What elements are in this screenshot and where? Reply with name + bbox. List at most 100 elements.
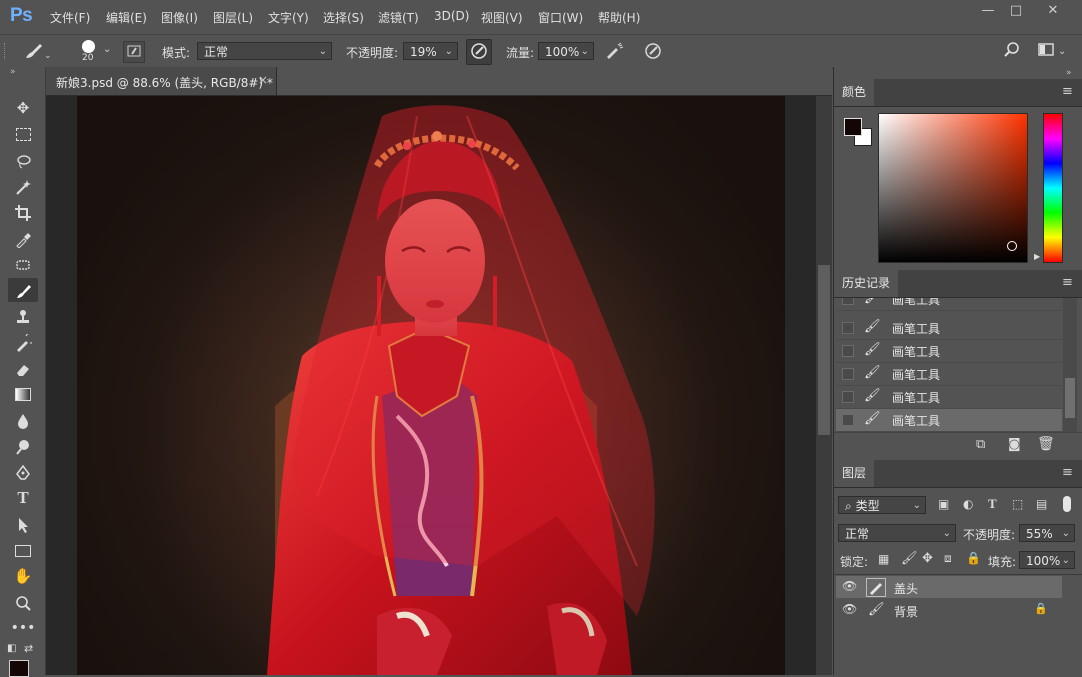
filter-type-icon[interactable]: T xyxy=(988,496,997,512)
layer-opacity-input[interactable]: 55% ⌄ xyxy=(1019,524,1075,542)
menu-3d[interactable]: 3D(D) xyxy=(434,9,469,23)
lock-artboard-icon[interactable]: ⧈ xyxy=(944,551,952,566)
foreground-color-swatch[interactable] xyxy=(9,660,29,677)
healing-brush-tool[interactable] xyxy=(8,252,38,276)
gradient-tool[interactable] xyxy=(8,382,38,406)
minimize-button[interactable]: — xyxy=(975,2,1001,20)
visibility-eye-icon[interactable]: 👁 xyxy=(842,602,857,616)
edit-toolbar-button[interactable]: ••• xyxy=(8,616,38,640)
filter-shape-icon[interactable]: ⬚ xyxy=(1012,497,1023,511)
trash-icon[interactable]: 🗑 xyxy=(1037,436,1055,452)
clone-stamp-tool[interactable] xyxy=(8,304,38,328)
mode-select[interactable]: 正常 ⌄ xyxy=(197,42,332,60)
list-item[interactable]: 🖌 画笔工具 xyxy=(836,386,1062,409)
lasso-tool[interactable] xyxy=(8,148,38,172)
collapse-panel-icon[interactable]: » xyxy=(10,67,16,77)
list-item[interactable]: 🖌 画笔工具 xyxy=(836,340,1062,363)
lock-image-brush-icon[interactable]: 🖌 xyxy=(901,551,918,566)
panel-menu-icon[interactable]: ≡ xyxy=(1062,465,1073,480)
swap-colors-icon[interactable]: ⇄ xyxy=(24,642,33,655)
lock-transparent-icon[interactable]: ▦ xyxy=(878,552,889,566)
lock-position-icon[interactable]: ✥ xyxy=(922,551,933,566)
visibility-eye-icon[interactable]: 👁 xyxy=(842,579,857,593)
grip-handle[interactable] xyxy=(4,43,9,59)
history-snapshot-checkbox[interactable] xyxy=(842,345,854,357)
menu-edit[interactable]: 编辑(E) xyxy=(106,9,147,26)
canvas-scrollbar-thumb[interactable] xyxy=(818,265,830,435)
document-canvas[interactable] xyxy=(77,96,785,675)
rectangle-tool[interactable] xyxy=(8,538,38,562)
menu-type[interactable]: 文字(Y) xyxy=(268,9,309,26)
collapse-dock-icon[interactable]: » xyxy=(1066,68,1072,78)
default-colors-icon[interactable]: ◧ xyxy=(7,643,16,654)
pressure-opacity-button[interactable] xyxy=(466,39,492,65)
eraser-tool[interactable] xyxy=(8,356,38,380)
marquee-tool[interactable] xyxy=(8,122,38,146)
workspace-switcher[interactable]: ⌄ xyxy=(1036,40,1070,60)
hue-slider[interactable] xyxy=(1043,113,1063,263)
menu-select[interactable]: 选择(S) xyxy=(323,9,364,26)
filter-adjustment-icon[interactable]: ◐ xyxy=(963,497,973,511)
menu-view[interactable]: 视图(V) xyxy=(481,9,523,26)
history-snapshot-checkbox[interactable] xyxy=(842,414,854,426)
blur-tool[interactable] xyxy=(8,408,38,432)
menu-layer[interactable]: 图层(L) xyxy=(213,9,253,26)
menu-window[interactable]: 窗口(W) xyxy=(538,9,583,26)
history-snapshot-checkbox[interactable] xyxy=(842,298,854,305)
camera-icon[interactable]: ◙ xyxy=(1008,437,1021,452)
panel-menu-icon[interactable]: ≡ xyxy=(1062,275,1073,290)
hand-tool[interactable]: ✋ xyxy=(8,564,38,588)
tab-history[interactable]: 历史记录 xyxy=(834,270,899,297)
document-tab[interactable]: 新娘3.psd @ 88.6% (盖头, RGB/8#) * × xyxy=(46,67,277,95)
brush-preset-picker[interactable]: 20 ⌄ xyxy=(78,38,114,66)
maximize-button[interactable]: □ xyxy=(1003,2,1029,20)
layer-filter-select[interactable]: ⌕ 类型 ⌄ xyxy=(838,496,926,514)
close-window-button[interactable]: ✕ xyxy=(1040,2,1066,20)
tool-preset-picker[interactable]: ⌄ xyxy=(20,39,52,63)
foreground-color-swatch[interactable] xyxy=(844,118,862,136)
panel-menu-icon[interactable]: ≡ xyxy=(1062,84,1073,99)
menu-filter[interactable]: 滤镜(T) xyxy=(378,9,419,26)
tab-layers[interactable]: 图层 xyxy=(834,460,875,487)
list-item[interactable]: 🖌 画笔工具 xyxy=(836,363,1062,386)
brush-panel-toggle[interactable] xyxy=(123,41,145,63)
dodge-tool[interactable] xyxy=(8,434,38,458)
layer-row-veil[interactable]: 👁 盖头 xyxy=(836,576,1062,598)
eyedropper-tool[interactable] xyxy=(8,226,38,250)
zoom-tool[interactable] xyxy=(8,590,38,614)
list-item[interactable]: 🖌 画笔工具 xyxy=(836,317,1062,340)
new-document-from-state-icon[interactable]: ⧉ xyxy=(976,437,985,452)
filter-toggle-switch[interactable] xyxy=(1063,496,1071,512)
opacity-input[interactable]: 19% ⌄ xyxy=(403,42,458,60)
history-snapshot-checkbox[interactable] xyxy=(842,322,854,334)
fill-input[interactable]: 100% ⌄ xyxy=(1019,551,1075,569)
filter-smart-object-icon[interactable]: ▤ xyxy=(1036,497,1047,511)
list-item[interactable]: 🖌 画笔工具 xyxy=(836,409,1062,432)
history-scrollbar-thumb[interactable] xyxy=(1065,378,1075,418)
tab-color[interactable]: 颜色 xyxy=(834,79,875,106)
brush-tool[interactable] xyxy=(8,278,38,302)
color-picker-field[interactable] xyxy=(878,113,1028,263)
crop-tool[interactable] xyxy=(8,200,38,224)
search-button[interactable] xyxy=(1002,40,1022,60)
menu-help[interactable]: 帮助(H) xyxy=(598,9,640,26)
lock-all-icon[interactable]: 🔒 xyxy=(966,551,981,565)
filter-pixel-icon[interactable]: ▣ xyxy=(938,497,949,511)
pen-tool[interactable] xyxy=(8,460,38,484)
hue-slider-handle[interactable]: ▶ xyxy=(1034,252,1040,261)
pressure-size-button[interactable] xyxy=(642,40,664,62)
menu-image[interactable]: 图像(I) xyxy=(161,9,198,26)
magic-wand-tool[interactable] xyxy=(8,174,38,198)
airbrush-button[interactable] xyxy=(603,40,625,62)
layer-row-background[interactable]: 👁 🖌 背景 🔒 xyxy=(836,599,1062,621)
history-brush-tool[interactable] xyxy=(8,330,38,354)
color-picker-cursor[interactable] xyxy=(1007,241,1017,251)
move-tool[interactable]: ✥ xyxy=(8,96,38,120)
history-snapshot-checkbox[interactable] xyxy=(842,368,854,380)
menu-file[interactable]: 文件(F) xyxy=(50,9,90,26)
blend-mode-select[interactable]: 正常 ⌄ xyxy=(838,524,956,542)
flow-input[interactable]: 100% ⌄ xyxy=(538,42,594,60)
path-selection-tool[interactable] xyxy=(8,512,38,536)
type-tool[interactable]: T xyxy=(8,486,38,510)
list-item[interactable]: 🖌 画笔工具 xyxy=(836,298,1062,311)
